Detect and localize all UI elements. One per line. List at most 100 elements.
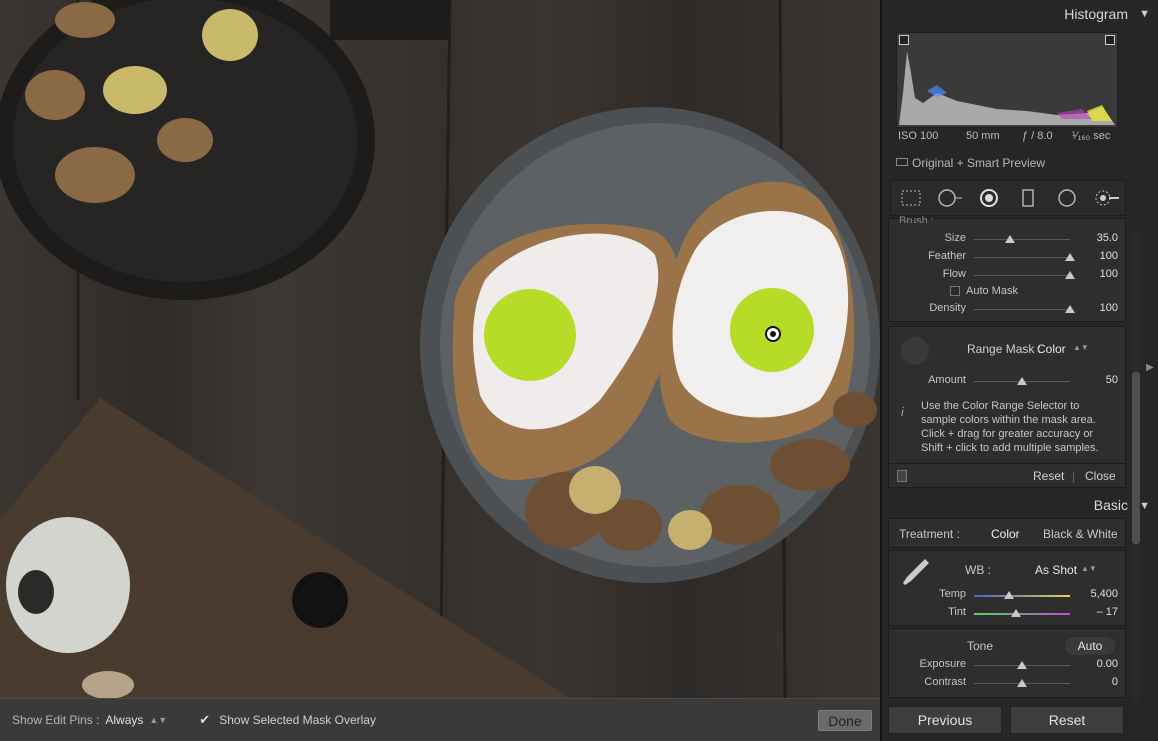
treatment-label: Treatment : <box>899 527 960 541</box>
amount-label: Amount <box>928 374 966 386</box>
info-icon: i <box>901 405 904 419</box>
mask-overlay-checkbox[interactable]: ✔ <box>199 713 211 726</box>
panel-collapse-arrow-icon[interactable]: ▶ <box>1146 362 1154 373</box>
contrast-slider-row[interactable]: Contrast 0 <box>890 674 1126 692</box>
spot-removal-icon[interactable] <box>937 186 963 210</box>
tint-label: Tint <box>948 606 966 618</box>
histogram-curve <box>899 51 1115 125</box>
tool-strip <box>890 180 1126 216</box>
amount-value[interactable]: 50 <box>1106 374 1118 386</box>
treatment-color-button[interactable]: Color <box>991 527 1020 541</box>
bottom-toolbar: Show Edit Pins : Always ▲▼ ✔ Show Select… <box>0 698 880 741</box>
done-button[interactable]: Done <box>818 710 872 731</box>
feather-slider-track[interactable] <box>974 257 1070 258</box>
flow-slider-track[interactable] <box>974 275 1070 276</box>
exposure-value[interactable]: 0.00 <box>1097 658 1118 670</box>
temp-slider-track[interactable] <box>974 595 1070 597</box>
chevron-updown-icon[interactable]: ▲▼ <box>149 715 167 725</box>
red-eye-icon[interactable] <box>976 186 1002 210</box>
range-mask-swatch <box>901 337 929 365</box>
feather-value[interactable]: 100 <box>1100 250 1118 262</box>
size-slider-track[interactable] <box>974 239 1070 240</box>
contrast-value[interactable]: 0 <box>1112 676 1118 688</box>
density-label: Density <box>929 302 966 314</box>
temp-slider-thumb[interactable] <box>1003 591 1014 599</box>
toggle-switch-icon[interactable] <box>897 470 907 482</box>
adjustment-brush-icon[interactable] <box>1093 186 1119 210</box>
divider <box>889 463 1125 464</box>
reset-button[interactable]: Reset <box>1010 706 1124 734</box>
tint-value[interactable]: – 17 <box>1097 606 1118 618</box>
contrast-slider-thumb[interactable] <box>1017 679 1027 687</box>
amount-slider-thumb[interactable] <box>1017 377 1027 385</box>
exposure-slider-row[interactable]: Exposure 0.00 <box>890 656 1126 674</box>
edit-pins-select[interactable]: Always <box>105 713 143 727</box>
density-value[interactable]: 100 <box>1100 302 1118 314</box>
preview-status-label[interactable]: Original + Smart Preview <box>912 156 1045 170</box>
feather-slider-row[interactable]: Feather 100 <box>890 248 1126 266</box>
density-slider-track[interactable] <box>974 309 1070 310</box>
range-mask-help-text: Use the Color Range Selector to sample c… <box>921 399 1121 455</box>
help-line: Click + drag for greater accuracy or <box>921 428 1094 440</box>
panel-scrollbar-thumb[interactable] <box>1132 372 1140 544</box>
density-slider-row[interactable]: Density 100 <box>890 300 1126 318</box>
help-line: Use the Color Range Selector to <box>921 400 1080 412</box>
density-slider-thumb[interactable] <box>1065 305 1075 313</box>
feather-label: Feather <box>928 250 966 262</box>
auto-mask-label: Auto Mask <box>966 285 1018 297</box>
temp-value[interactable]: 5,400 <box>1090 588 1118 600</box>
range-mask-section: Range Mask : Color ▲▼ i Use the Color Ra… <box>888 326 1126 488</box>
exif-aperture: ƒ / 8.0 <box>1022 130 1053 142</box>
photo-canvas[interactable] <box>0 0 880 698</box>
histogram-title: Histogram <box>1064 6 1128 22</box>
flow-value[interactable]: 100 <box>1100 268 1118 280</box>
size-value[interactable]: 35.0 <box>1097 232 1118 244</box>
mask-close-button[interactable]: Close <box>1085 469 1116 483</box>
tone-auto-button[interactable]: Auto <box>1065 637 1115 655</box>
basic-title[interactable]: Basic <box>1094 497 1128 513</box>
feather-slider-thumb[interactable] <box>1065 253 1075 261</box>
flow-slider-row[interactable]: Flow 100 <box>890 266 1126 284</box>
contrast-label: Contrast <box>924 676 966 688</box>
highlight-clip-icon[interactable] <box>1105 35 1115 45</box>
help-line: sample colors within the mask area. <box>921 414 1096 426</box>
smart-preview-icon <box>896 158 908 166</box>
wb-chevron-icon[interactable]: ▲▼ <box>1081 564 1097 573</box>
auto-mask-checkbox[interactable] <box>950 286 960 296</box>
size-slider-thumb[interactable] <box>1005 235 1016 243</box>
help-line: Shift + click to add multiple samples. <box>921 442 1099 454</box>
radial-filter-icon[interactable] <box>1054 186 1080 210</box>
wb-select[interactable]: As Shot <box>1035 563 1077 577</box>
exif-shutter: ¹⁄₁₆₀ sec <box>1072 130 1111 142</box>
tint-slider-row[interactable]: Tint – 17 <box>890 604 1126 622</box>
exif-focal: 50 mm <box>966 130 1000 142</box>
mask-reset-button[interactable]: Reset <box>1033 469 1064 483</box>
exposure-slider-thumb[interactable] <box>1017 661 1027 669</box>
photo-image <box>0 0 880 698</box>
tint-slider-track[interactable] <box>974 613 1070 615</box>
auto-mask-row[interactable]: Auto Mask <box>890 283 1126 301</box>
wb-label: WB : <box>965 563 991 577</box>
flow-slider-thumb[interactable] <box>1065 271 1075 279</box>
previous-button[interactable]: Previous <box>888 706 1002 734</box>
graduated-filter-icon[interactable] <box>1015 186 1041 210</box>
treatment-bw-button[interactable]: Black & White <box>1043 527 1118 541</box>
size-label: Size <box>944 232 966 244</box>
collapse-triangle-icon[interactable]: ▼ <box>1139 8 1150 20</box>
brush-header-partial: Brush : <box>899 215 934 223</box>
temp-slider-row[interactable]: Temp 5,400 <box>890 586 1126 604</box>
mask-overlay-label: Show Selected Mask Overlay <box>219 713 376 727</box>
tint-slider-thumb[interactable] <box>1011 609 1022 617</box>
amount-slider-row[interactable]: Amount 50 <box>890 372 1126 390</box>
edit-pins-label: Show Edit Pins : <box>12 713 100 727</box>
flow-label: Flow <box>942 268 966 280</box>
wb-eyedropper-icon[interactable] <box>899 555 931 589</box>
range-mask-chevron-icon[interactable]: ▲▼ <box>1073 343 1089 352</box>
range-mask-select[interactable]: Color <box>1037 342 1066 356</box>
treatment-section: Treatment : Color Black & White <box>888 518 1126 548</box>
collapse-triangle-icon[interactable]: ▼ <box>1139 500 1150 512</box>
temp-label: Temp <box>939 588 966 600</box>
shadow-clip-icon[interactable] <box>899 35 909 45</box>
size-slider-row[interactable]: Size 35.0 <box>890 230 1126 248</box>
crop-overlay-icon[interactable] <box>898 186 924 210</box>
